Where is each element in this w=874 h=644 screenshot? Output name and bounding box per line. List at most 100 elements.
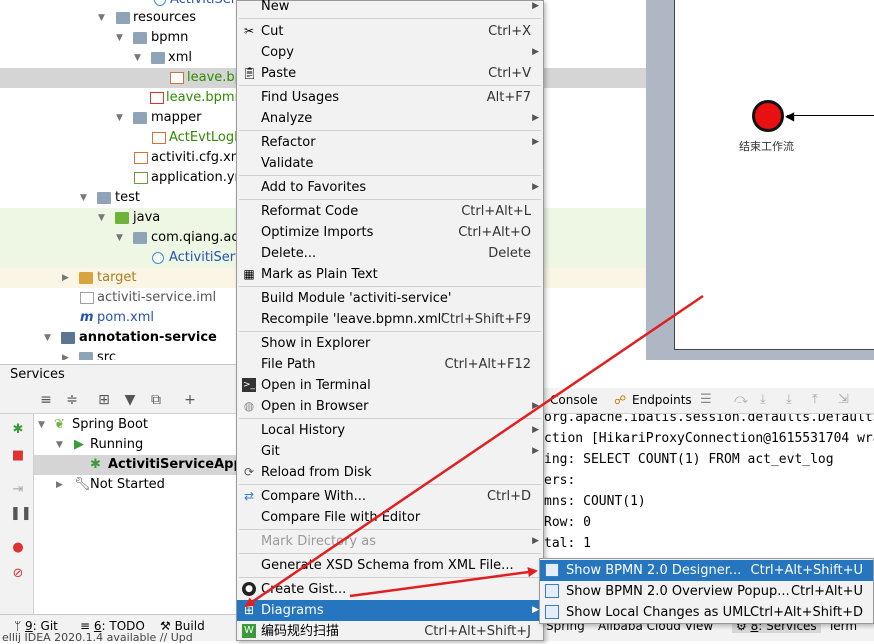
chevron-right-icon[interactable]: ▶ bbox=[62, 268, 72, 288]
menu-item-generate-xsd[interactable]: Generate XSD Schema from XML File... bbox=[237, 555, 543, 576]
force-step-icon[interactable]: ⤓ bbox=[786, 392, 792, 407]
menu-item-find-usages[interactable]: Find Usages Alt+F7 bbox=[237, 87, 543, 108]
expand-all-icon[interactable]: ≡ bbox=[38, 392, 54, 408]
debug-icon[interactable]: ✱ bbox=[10, 422, 26, 438]
menu-item-optimize-imports[interactable]: Optimize Imports Ctrl+Alt+O bbox=[237, 222, 543, 243]
sequence-flow[interactable] bbox=[787, 115, 874, 116]
menu-item-cut[interactable]: ✂ Cut Ctrl+X bbox=[237, 21, 543, 42]
service-node[interactable]: ▼ ▶ Running bbox=[34, 435, 236, 455]
menu-item-copy[interactable]: Copy ▶ bbox=[237, 42, 543, 63]
step-over-icon[interactable]: ⤼ bbox=[734, 392, 748, 407]
menu-item-compare-with[interactable]: ⇄ Compare With... Ctrl+D bbox=[237, 486, 543, 507]
menu-item-open-in-terminal[interactable]: >_ Open in Terminal bbox=[237, 375, 543, 396]
bpmn-overview-icon bbox=[545, 584, 559, 598]
chevron-down-icon[interactable]: ▼ bbox=[116, 108, 126, 128]
chevron-down-icon[interactable]: ▼ bbox=[98, 208, 108, 228]
menu-item-create-gist[interactable]: ● Create Gist... bbox=[237, 579, 543, 600]
collapse-all-icon[interactable]: ≑ bbox=[64, 392, 80, 408]
resume-icon[interactable]: ⇥ bbox=[10, 482, 26, 498]
tree-label: xml bbox=[168, 50, 192, 65]
run-to-cursor-icon[interactable]: ⇲ bbox=[838, 392, 849, 407]
chevron-down-icon[interactable]: ▼ bbox=[38, 415, 45, 435]
menu-item-label: Show in Explorer bbox=[261, 336, 371, 351]
menu-item-shortcut: Ctrl+V bbox=[488, 66, 531, 81]
menu-item-mark-directory-as[interactable]: Mark Directory as ▶ bbox=[237, 531, 543, 552]
menu-item-show-bpmn-overview[interactable]: Show BPMN 2.0 Overview Popup... Ctrl+Alt… bbox=[540, 581, 873, 602]
mute-breakpoints-icon[interactable]: ⊘ bbox=[10, 566, 26, 582]
submenu-arrow-icon: ▶ bbox=[532, 47, 539, 57]
services-tree: ▼ ❦ Spring Boot ▼ ▶ Running ✱ ActivitiSe… bbox=[34, 414, 268, 614]
menu-separator bbox=[239, 175, 541, 176]
run-icon: ▶ bbox=[74, 437, 84, 452]
chevron-down-icon[interactable]: ▼ bbox=[116, 28, 126, 48]
menu-item-label: Analyze bbox=[261, 111, 313, 126]
menu-item-validate[interactable]: Validate bbox=[237, 153, 543, 174]
menu-item-recompile[interactable]: Recompile 'leave.bpmn.xml' Ctrl+Shift+F9 bbox=[237, 309, 543, 330]
menu-item-label: Refactor bbox=[261, 135, 316, 150]
folder-icon bbox=[133, 112, 147, 124]
chevron-down-icon[interactable]: ▼ bbox=[44, 328, 54, 348]
add-icon[interactable]: + bbox=[182, 392, 198, 408]
bpmn-canvas[interactable]: ◀ 结束工作流 bbox=[674, 0, 874, 350]
menu-item-label: Recompile 'leave.bpmn.xml' bbox=[261, 312, 445, 327]
menu-item-label: Local History bbox=[261, 423, 346, 438]
menu-item-analyze[interactable]: Analyze ▶ bbox=[237, 108, 543, 129]
menu-item-build-module[interactable]: Build Module 'activiti-service' bbox=[237, 288, 543, 309]
service-node[interactable]: ▶ 🔧︎ Not Started bbox=[34, 475, 236, 495]
tab-endpoints[interactable]: Endpoints bbox=[632, 393, 692, 407]
chevron-right-icon[interactable]: ▶ bbox=[62, 348, 72, 360]
menu-item-mark-as-plain-text[interactable]: ▦ Mark as Plain Text bbox=[237, 264, 543, 285]
step-out-icon[interactable]: ⤒ bbox=[812, 392, 818, 407]
tree-label: test bbox=[115, 190, 140, 205]
scissors-icon: ✂ bbox=[243, 24, 255, 38]
menu-item-compare-file-with-editor[interactable]: Compare File with Editor bbox=[237, 507, 543, 528]
folder-icon bbox=[97, 192, 111, 204]
breakpoints-icon[interactable]: ● bbox=[10, 540, 26, 556]
menu-item-file-path[interactable]: File Path Ctrl+Alt+F12 bbox=[237, 354, 543, 375]
new-tab-icon[interactable]: ⧉ bbox=[148, 392, 164, 408]
menu-item-delete[interactable]: Delete... Delete bbox=[237, 243, 543, 264]
console-output[interactable]: org.apache.ibatis.session.defaults.Defau… bbox=[544, 414, 874, 560]
menu-item-reload-from-disk[interactable]: ⟳ Reload from Disk bbox=[237, 462, 543, 483]
service-node-selected[interactable]: ✱ ActivitiServiceApplica bbox=[34, 455, 268, 475]
chevron-right-icon[interactable]: ▶ bbox=[56, 475, 63, 495]
menu-item-label: Reload from Disk bbox=[261, 465, 372, 480]
step-into-icon[interactable]: ⤓ bbox=[760, 392, 766, 407]
chevron-down-icon[interactable]: ▼ bbox=[56, 435, 63, 455]
group-icon[interactable]: ⊞ bbox=[96, 392, 112, 408]
menu-item-diagrams[interactable]: ⊞ Diagrams ▶ bbox=[237, 600, 543, 621]
menu-item-local-history[interactable]: Local History ▶ bbox=[237, 420, 543, 441]
menu-item-shortcut: Ctrl+Alt+O bbox=[458, 225, 531, 240]
menu-item-code-scan[interactable]: W 编码规约扫描 Ctrl+Alt+Shift+J bbox=[237, 621, 543, 642]
menu-item-open-in-browser[interactable]: ◍ Open in Browser ▶ bbox=[237, 396, 543, 417]
services-title: Services bbox=[0, 364, 236, 386]
menu-item-show-bpmn-designer[interactable]: Show BPMN 2.0 Designer... Ctrl+Alt+Shift… bbox=[540, 560, 873, 581]
menu-separator bbox=[239, 484, 541, 485]
chevron-down-icon[interactable]: ▼ bbox=[134, 48, 144, 68]
chevron-down-icon[interactable]: ▼ bbox=[80, 188, 90, 208]
bpmn-designer-icon bbox=[545, 563, 559, 577]
pause-icon[interactable]: ❚❚ bbox=[10, 506, 32, 522]
chevron-down-icon[interactable]: ▼ bbox=[116, 228, 126, 248]
menu-item-label: Show BPMN 2.0 Designer... bbox=[566, 563, 742, 578]
menu-item-show-in-explorer[interactable]: Show in Explorer bbox=[237, 333, 543, 354]
end-event[interactable] bbox=[752, 100, 784, 132]
menu-item-paste[interactable]: 📋︎ Paste Ctrl+V bbox=[237, 63, 543, 84]
service-node[interactable]: ▼ ❦ Spring Boot bbox=[34, 415, 236, 435]
tree-label: activiti.cfg.xml bbox=[151, 150, 248, 165]
menu-icon[interactable]: ☰ bbox=[700, 392, 712, 407]
menu-item-reformat-code[interactable]: Reformat Code Ctrl+Alt+L bbox=[237, 201, 543, 222]
menu-separator bbox=[239, 199, 541, 200]
menu-item-git[interactable]: Git ▶ bbox=[237, 441, 543, 462]
tab-console[interactable]: Console bbox=[550, 393, 598, 407]
menu-item-add-to-favorites[interactable]: Add to Favorites ▶ bbox=[237, 177, 543, 198]
stop-icon[interactable]: ■ bbox=[10, 448, 26, 464]
menu-item-show-local-changes-uml[interactable]: Show Local Changes as UML Ctrl+Alt+Shift… bbox=[540, 602, 873, 623]
filter-icon[interactable]: ▼ bbox=[122, 392, 138, 408]
menu-item-label: Mark as Plain Text bbox=[261, 267, 378, 282]
menu-item-refactor[interactable]: Refactor ▶ bbox=[237, 132, 543, 153]
menu-item-label: Mark Directory as bbox=[261, 534, 376, 549]
menu-item-label: Cut bbox=[261, 24, 284, 39]
chevron-down-icon[interactable]: ▼ bbox=[98, 8, 108, 28]
menu-item-new[interactable]: New ▶ bbox=[237, 0, 543, 17]
